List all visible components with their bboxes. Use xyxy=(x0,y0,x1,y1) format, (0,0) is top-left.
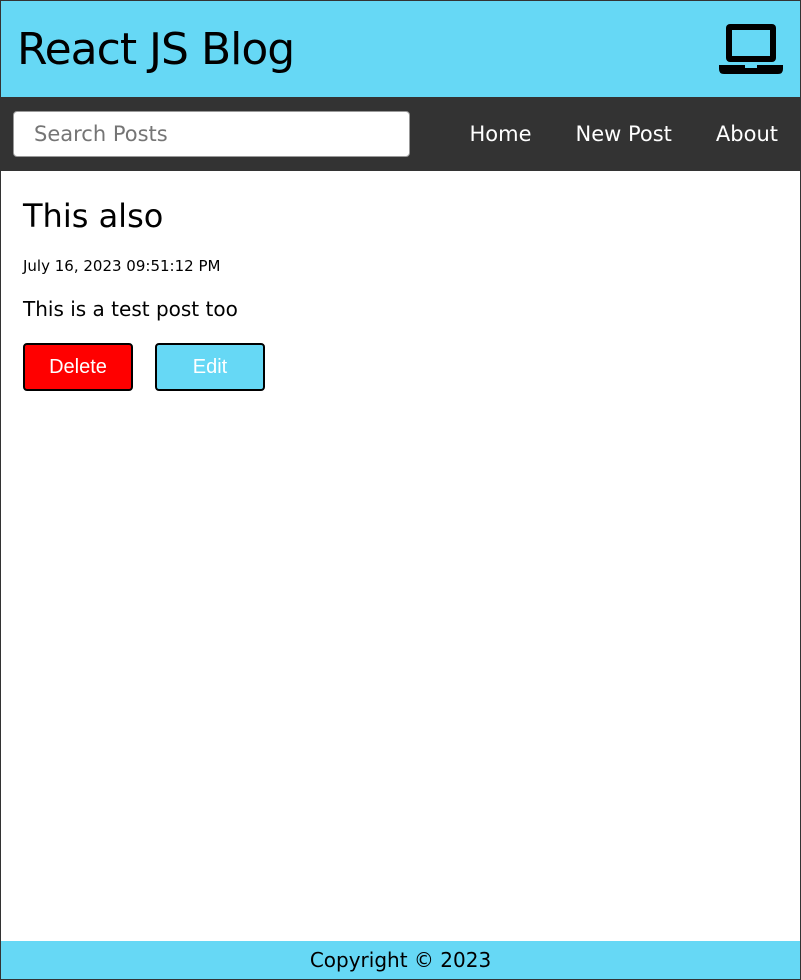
search-input[interactable] xyxy=(13,111,410,157)
nav-link-home[interactable]: Home xyxy=(469,122,531,146)
app-root: React JS Blog Home New Post About This a… xyxy=(0,0,801,980)
post-actions: Delete Edit xyxy=(23,343,778,391)
footer: Copyright © 2023 xyxy=(1,941,800,979)
nav-links: Home New Post About xyxy=(469,122,778,146)
post-datetime: July 16, 2023 09:51:12 PM xyxy=(23,257,221,275)
nav-link-about[interactable]: About xyxy=(716,122,778,146)
navbar: Home New Post About xyxy=(1,97,800,171)
edit-button[interactable]: Edit xyxy=(155,343,265,391)
post-page: This also July 16, 2023 09:51:12 PM This… xyxy=(1,171,800,941)
laptop-icon xyxy=(718,22,784,76)
nav-link-new-post[interactable]: New Post xyxy=(575,122,671,146)
post-article: This also July 16, 2023 09:51:12 PM This… xyxy=(23,195,778,391)
post-title: This also xyxy=(23,197,164,235)
post-body: This is a test post too xyxy=(23,297,238,321)
delete-button[interactable]: Delete xyxy=(23,343,133,391)
copyright-text: Copyright © 2023 xyxy=(309,948,492,972)
site-title: React JS Blog xyxy=(17,23,295,75)
header: React JS Blog xyxy=(1,1,800,97)
